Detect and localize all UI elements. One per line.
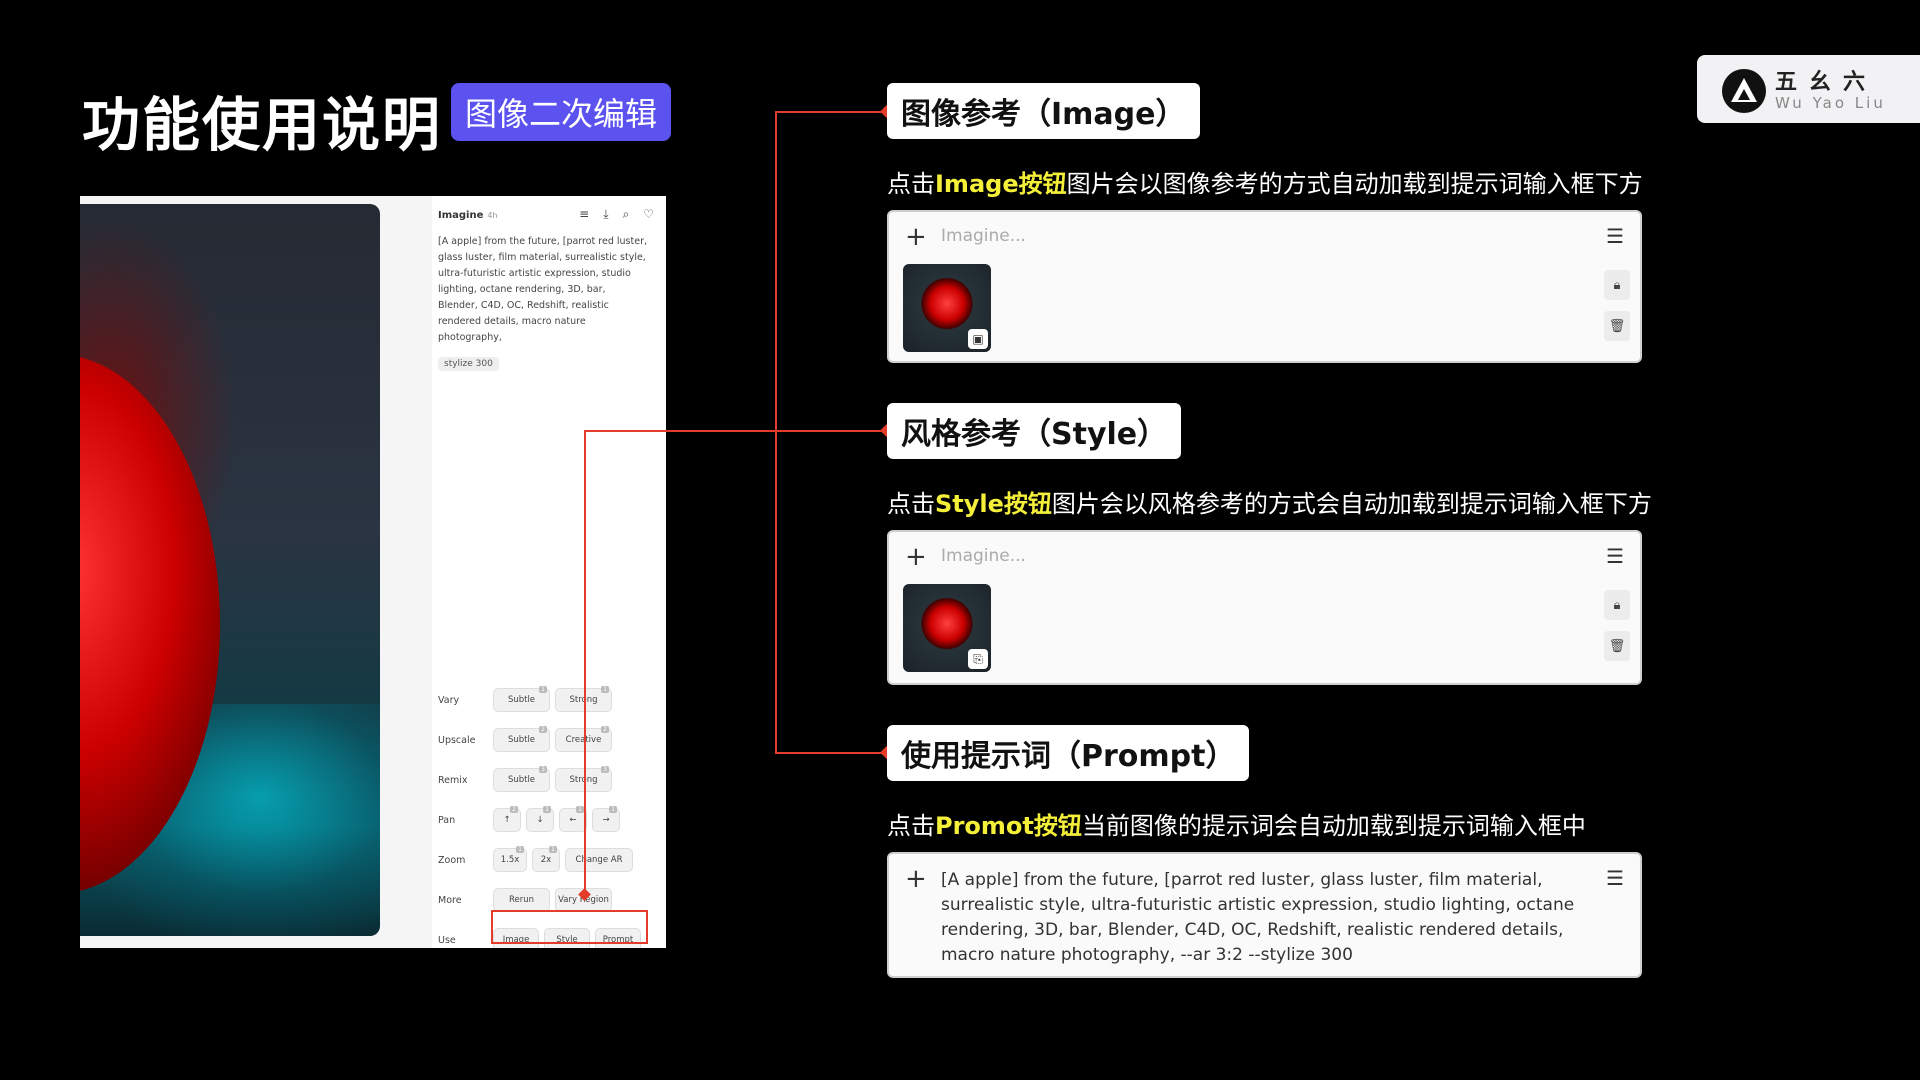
action-button-label: ↑ [503, 815, 511, 825]
action-row-label: Remix [438, 774, 468, 786]
action-button-zoom-0[interactable]: 1.5x 1 [493, 846, 527, 872]
title-badge: 图像二次编辑 [451, 83, 671, 141]
action-button-pan-3[interactable]: → 1 [592, 806, 620, 832]
add-icon[interactable]: + [905, 542, 927, 572]
settings-sliders-icon[interactable]: ☰ [1606, 866, 1624, 890]
style-reference-thumb[interactable]: ⎘ [903, 584, 991, 672]
connector-line [775, 111, 887, 113]
action-button-label: Subtle [507, 695, 536, 705]
shortcut-badge: 1 [543, 806, 551, 813]
action-row-pan: Pan ↑ 2 ↓ 1 ← 1 → 1 [438, 806, 658, 834]
action-button-label: ↓ [536, 815, 544, 825]
shortcut-badge: 1 [516, 846, 524, 853]
action-row-label: Upscale [438, 734, 476, 746]
action-button-label: 1.5x [500, 855, 520, 865]
search-icon[interactable]: ⌕ [623, 207, 630, 222]
action-row-remix: RemixSubtle3Strong3 [438, 766, 658, 794]
prompt-input-text[interactable]: [A apple] from the future, [parrot red l… [941, 868, 1581, 968]
section-desc-prompt: 点击Promot按钮当前图像的提示词会自动加载到提示词输入框中 [887, 812, 1586, 840]
image-icon: ▣ [968, 329, 988, 349]
action-button-label: 2x [540, 855, 552, 865]
action-button-zoom-2[interactable]: Change AR [565, 848, 633, 872]
heart-icon[interactable]: ♡ [643, 207, 654, 222]
connector-line [775, 111, 777, 753]
action-button-zoom-1[interactable]: 2x 1 [532, 846, 560, 872]
page-title: 功能使用说明 [82, 91, 443, 159]
brand-logo: 五幺六 Wu Yao Liu [1697, 55, 1920, 123]
detail-sidebar: Imagine 4h ≡ ⤓ ⌕ ♡ [A apple] from the fut… [432, 196, 666, 948]
action-button-label: Subtle [507, 735, 536, 745]
prompt-placeholder[interactable]: Imagine... [941, 226, 1026, 246]
lock-icon[interactable]: 🔒︎ [1604, 270, 1630, 300]
action-row-label: More [438, 894, 462, 906]
settings-sliders-icon[interactable]: ☰ [1606, 544, 1624, 568]
shortcut-badge: 3 [539, 766, 547, 773]
shortcut-badge: 1 [601, 686, 609, 693]
action-row-label: Pan [438, 814, 456, 826]
use-buttons-highlight [491, 910, 648, 944]
connector-line [775, 752, 887, 754]
sidebar-header: Imagine 4h [438, 210, 498, 221]
logo-mark-icon [1722, 69, 1766, 113]
settings-sliders-icon[interactable]: ☰ [1606, 224, 1624, 248]
prompt-input-box-style[interactable]: + Imagine... ☰ ⎘ 🔒︎ 🗑︎ [887, 530, 1642, 685]
section-label-prompt: 使用提示词（Prompt） [887, 725, 1250, 781]
apple-image [80, 204, 380, 936]
action-button-remix-0[interactable]: Subtle 3 [493, 766, 550, 792]
section-desc-image: 点击Image按钮图片会以图像参考的方式自动加载到提示词输入框下方 [887, 170, 1643, 198]
action-row-label: Vary [438, 694, 460, 706]
action-button-pan-0[interactable]: ↑ 2 [493, 806, 521, 832]
section-desc-style: 点击Style按钮图片会以风格参考的方式会自动加载到提示词输入框下方 [887, 490, 1652, 518]
action-button-pan-1[interactable]: ↓ 1 [526, 806, 554, 832]
add-icon[interactable]: + [905, 222, 927, 252]
connector-line [584, 430, 586, 895]
action-row-label: Use [438, 934, 456, 946]
shortcut-badge: 1 [576, 806, 584, 813]
lock-icon[interactable]: 🔒︎ [1604, 590, 1630, 620]
action-button-label: ← [569, 815, 577, 825]
connector-line [585, 430, 887, 432]
action-button-upscale-0[interactable]: Subtle 2 [493, 726, 550, 752]
action-button-pan-2[interactable]: ← 1 [559, 806, 587, 832]
add-icon[interactable]: + [905, 864, 927, 894]
shortcut-badge: 2 [539, 726, 547, 733]
section-label-image: 图像参考（Image） [887, 83, 1200, 139]
prompt-placeholder[interactable]: Imagine... [941, 546, 1026, 566]
shortcut-badge: 3 [601, 766, 609, 773]
action-button-label: Rerun [508, 895, 535, 905]
prompt-input-box-image[interactable]: + Imagine... ☰ ▣ 🔒︎ 🗑︎ [887, 210, 1642, 363]
download-icon[interactable]: ⤓ [603, 207, 608, 222]
logo-text-en: Wu Yao Liu [1775, 94, 1886, 112]
trash-icon[interactable]: 🗑︎ [1604, 631, 1630, 661]
action-row-vary: VarySubtle1Strong1 [438, 686, 658, 714]
prompt-text: [A apple] from the future, [parrot red l… [438, 236, 647, 343]
prompt-input-box-prompt[interactable]: + [A apple] from the future, [parrot red… [887, 852, 1642, 978]
sidebar-toolbar: ≡ ⤓ ⌕ ♡ [579, 207, 654, 222]
trash-icon[interactable]: 🗑︎ [1604, 311, 1630, 341]
shortcut-badge: 1 [609, 806, 617, 813]
reference-image-thumb[interactable]: ▣ [903, 264, 991, 352]
logo-text-cn: 五幺六 [1775, 70, 1878, 95]
shortcut-badge: 1 [549, 846, 557, 853]
action-row-zoom: Zoom 1.5x 1 2x 1 Change AR [438, 846, 658, 874]
shortcut-badge: 2 [601, 726, 609, 733]
action-button-label: → [602, 815, 610, 825]
action-button-label: Subtle [507, 775, 536, 785]
shortcut-badge: 2 [510, 806, 518, 813]
section-label-style: 风格参考（Style） [887, 403, 1182, 459]
action-row-label: Zoom [438, 854, 466, 866]
paperclip-icon: ⎘ [968, 649, 988, 669]
shortcut-badge: 1 [539, 686, 547, 693]
action-button-label: Change AR [575, 855, 623, 865]
action-button-vary-0[interactable]: Subtle 1 [493, 686, 550, 712]
menu-icon[interactable]: ≡ [579, 207, 589, 222]
midjourney-screenshot: Imagine 4h ≡ ⤓ ⌕ ♡ [A apple] from the fut… [80, 196, 666, 948]
action-row-upscale: UpscaleSubtle2Creative2 [438, 726, 658, 754]
action-button-more-0[interactable]: Rerun [493, 888, 550, 912]
stylize-chip: stylize 300 [438, 357, 499, 371]
